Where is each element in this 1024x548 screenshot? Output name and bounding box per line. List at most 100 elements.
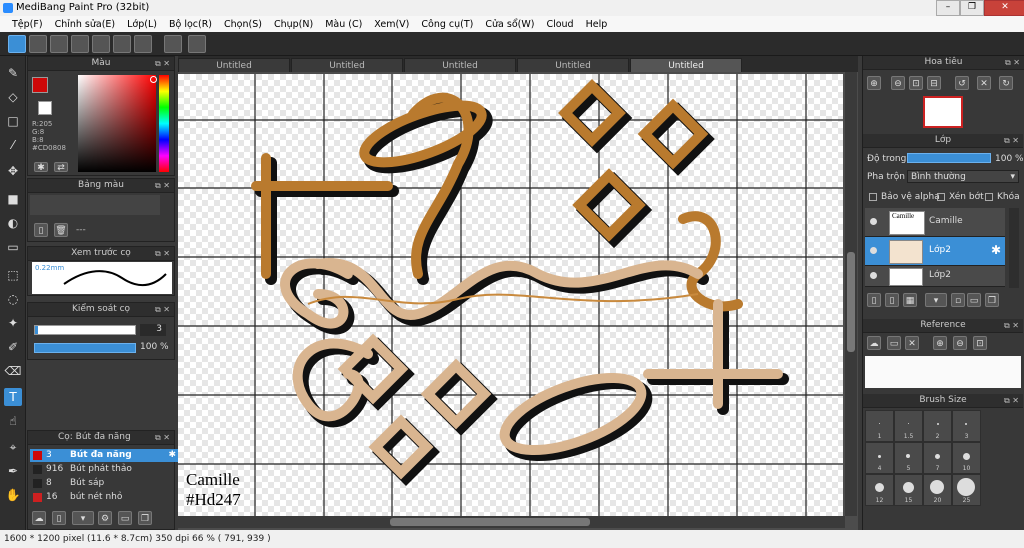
menu-tools[interactable]: Công cụ(T) — [415, 19, 479, 30]
layer-item-camille[interactable]: Camille Camille — [865, 208, 1005, 237]
redo-icon[interactable] — [188, 35, 206, 53]
layer-scrollbar[interactable] — [1009, 208, 1019, 288]
brush-size-cell[interactable]: 1.5 — [894, 410, 923, 442]
text-tool-icon[interactable]: T — [4, 388, 22, 406]
eye-icon[interactable] — [870, 247, 877, 254]
minimize-button[interactable]: – — [936, 0, 960, 16]
brush-size-cell[interactable]: 7 — [923, 442, 952, 474]
brush-size-cell[interactable]: 1 — [865, 410, 894, 442]
new-layer-icon[interactable]: ▯ — [867, 293, 881, 307]
layer-item-lop2[interactable]: Lớp2 — [865, 266, 1005, 287]
panel-buttons-icon[interactable]: ⧉ ✕ — [155, 303, 170, 316]
primary-color-swatch[interactable] — [32, 77, 48, 93]
zoom-in-icon[interactable]: ⊕ — [867, 76, 881, 90]
menu-select[interactable]: Chọn(S) — [218, 19, 268, 30]
cloud-icon[interactable] — [8, 35, 26, 53]
panel-buttons-icon[interactable]: ⧉ ✕ — [1004, 319, 1019, 332]
restore-button[interactable]: ❐ — [960, 0, 984, 16]
actual-size-icon[interactable]: ⊟ — [927, 76, 941, 90]
fit-icon[interactable]: ⊡ — [909, 76, 923, 90]
select-rect-tool-icon[interactable]: ⬚ — [4, 266, 22, 284]
grid-document-icon[interactable] — [113, 35, 131, 53]
menu-window[interactable]: Cửa sổ(W) — [479, 19, 540, 30]
menu-file[interactable]: Tệp(F) — [6, 19, 49, 30]
menu-view[interactable]: Xem(V) — [368, 19, 415, 30]
new-layer-2-icon[interactable]: ▯ — [885, 293, 899, 307]
add-brush-icon[interactable]: ▾ — [72, 511, 94, 525]
brush-size-cell[interactable]: 2 — [923, 410, 952, 442]
duplicate-brush-icon[interactable]: ❐ — [138, 511, 152, 525]
undo-icon[interactable] — [164, 35, 182, 53]
eye-icon[interactable] — [870, 218, 877, 225]
menu-filter[interactable]: Bộ lọc(R) — [163, 19, 218, 30]
brush-item[interactable]: 16 bút nét nhỏ — [30, 491, 180, 504]
chat-icon[interactable] — [71, 35, 89, 53]
brush-tool-icon[interactable]: ✎ — [4, 64, 22, 82]
brush-size-cell[interactable]: 4 — [865, 442, 894, 474]
select-eraser-tool-icon[interactable]: ⌫ — [4, 362, 22, 380]
brush-opacity-slider[interactable] — [34, 343, 136, 353]
magic-wand-tool-icon[interactable]: ✦ — [4, 314, 22, 332]
menu-snap[interactable]: Chụp(N) — [268, 19, 319, 30]
blend-mode-select[interactable]: Bình thường ▾ — [907, 170, 1019, 183]
menu-edit[interactable]: Chỉnh sửa(E) — [49, 19, 122, 30]
brush-size-cell[interactable]: 12 — [865, 474, 894, 506]
delete-palette-icon[interactable]: 🗑 — [54, 223, 68, 237]
panel-buttons-icon[interactable]: ⧉ ✕ — [155, 179, 170, 192]
fill-rect-tool-icon[interactable]: ■ — [4, 190, 22, 208]
cloud-reference-icon[interactable]: ☁ — [867, 336, 881, 350]
line-tool-icon[interactable]: ⁄ — [4, 136, 22, 154]
new-palette-icon[interactable]: ▯ — [34, 223, 48, 237]
menu-help[interactable]: Help — [580, 19, 614, 30]
menu-cloud[interactable]: Cloud — [540, 19, 579, 30]
menu-layer[interactable]: Lớp(L) — [121, 19, 163, 30]
reference-area[interactable] — [865, 356, 1021, 388]
new-brush-icon[interactable]: ▯ — [52, 511, 66, 525]
lock-checkbox[interactable] — [985, 193, 993, 201]
clipping-checkbox[interactable] — [937, 193, 945, 201]
palette-list[interactable] — [30, 195, 160, 215]
color-swap-icon[interactable]: ⇄ — [54, 162, 68, 173]
gear-icon[interactable]: ✱ — [991, 243, 1001, 257]
hue-slider[interactable] — [159, 75, 169, 172]
move-tool-icon[interactable]: ✥ — [4, 162, 22, 180]
brush-size-cell[interactable]: 15 — [894, 474, 923, 506]
close-reference-icon[interactable]: ✕ — [905, 336, 919, 350]
reference-zoom-in-icon[interactable]: ⊕ — [933, 336, 947, 350]
image-layer-icon[interactable]: ▦ — [903, 293, 917, 307]
close-button[interactable]: ✕ — [984, 0, 1024, 16]
panel-buttons-icon[interactable]: ⧉ ✕ — [155, 247, 170, 260]
rotate-left-icon[interactable]: ↺ — [955, 76, 969, 90]
brush-size-slider[interactable] — [34, 325, 136, 335]
rotate-right-icon[interactable]: ↻ — [999, 76, 1013, 90]
panel-buttons-icon[interactable]: ⧉ ✕ — [155, 57, 170, 70]
navigator-thumbnail[interactable] — [923, 96, 963, 128]
reference-fit-icon[interactable]: ⊡ — [973, 336, 987, 350]
folder-icon[interactable]: ▭ — [118, 511, 132, 525]
brush-size-cell[interactable]: 25 — [952, 474, 981, 506]
canvas-area[interactable]: Camille #Hd247 — [178, 72, 858, 530]
add-layer-dropdown-icon[interactable]: ▾ — [925, 293, 947, 307]
open-reference-icon[interactable]: ▭ — [887, 336, 901, 350]
bucket-tool-icon[interactable]: ◐ — [4, 214, 22, 232]
brush-size-cell[interactable]: 5 — [894, 442, 923, 474]
brush-item[interactable]: 3 Bút đa năng ✱ — [30, 449, 180, 462]
gear-icon[interactable]: ✱ — [168, 449, 176, 462]
pen-tool-icon[interactable]: ✒ — [4, 462, 22, 480]
brush-size-cell[interactable]: 20 — [923, 474, 952, 506]
panel-buttons-icon[interactable]: ⧉ ✕ — [155, 431, 170, 444]
vertical-scroll-thumb[interactable] — [847, 252, 855, 352]
panel-buttons-icon[interactable]: ⧉ ✕ — [1005, 56, 1020, 69]
secondary-color-swatch[interactable] — [38, 101, 52, 115]
upload-icon[interactable] — [29, 35, 47, 53]
color-saturation-picker[interactable] — [78, 75, 156, 172]
duplicate-layer-icon[interactable]: ❐ — [985, 293, 999, 307]
drawing-canvas[interactable]: Camille #Hd247 — [178, 74, 843, 516]
delete-layer-icon[interactable]: ▫ — [951, 293, 965, 307]
hand-tool-icon[interactable]: ✋ — [4, 486, 22, 504]
lasso-tool-icon[interactable]: ◌ — [4, 290, 22, 308]
operation-tool-icon[interactable]: ☝ — [4, 412, 22, 430]
reference-zoom-out-icon[interactable]: ⊖ — [953, 336, 967, 350]
zoom-out-icon[interactable]: ⊖ — [891, 76, 905, 90]
protect-alpha-checkbox[interactable] — [869, 193, 877, 201]
